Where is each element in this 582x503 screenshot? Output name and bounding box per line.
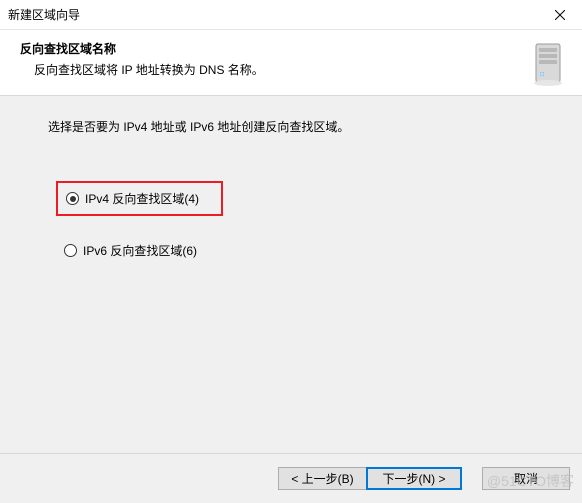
ipv4-option[interactable]: IPv4 反向查找区域(4) [56,181,223,216]
back-button[interactable]: < 上一步(B) [278,467,366,490]
instruction-text: 选择是否要为 IPv4 地址或 IPv6 地址创建反向查找区域。 [48,118,542,135]
ipv4-option-label: IPv4 反向查找区域(4) [85,190,199,207]
close-button[interactable] [537,0,582,30]
zone-type-radio-group: IPv4 反向查找区域(4) IPv6 反向查找区域(6) [48,181,542,265]
wizard-header: 反向查找区域名称 反向查找区域将 IP 地址转换为 DNS 名称。 [0,30,582,96]
nav-button-group: < 上一步(B) 下一步(N) > [278,467,462,490]
dns-server-icon [524,40,572,88]
window-title: 新建区域向导 [8,6,537,23]
next-button[interactable]: 下一步(N) > [366,467,462,490]
wizard-footer: < 上一步(B) 下一步(N) > 取消 [0,453,582,503]
ipv6-option[interactable]: IPv6 反向查找区域(6) [56,236,205,265]
radio-icon [66,192,79,205]
titlebar: 新建区域向导 [0,0,582,30]
cancel-button[interactable]: 取消 [482,467,570,490]
ipv6-option-label: IPv6 反向查找区域(6) [83,242,197,259]
wizard-header-text: 反向查找区域名称 反向查找区域将 IP 地址转换为 DNS 名称。 [20,40,516,85]
close-icon [555,10,565,20]
page-title: 反向查找区域名称 [20,40,516,57]
wizard-body: 选择是否要为 IPv4 地址或 IPv6 地址创建反向查找区域。 IPv4 反向… [0,96,582,453]
page-subtitle: 反向查找区域将 IP 地址转换为 DNS 名称。 [20,61,516,78]
radio-icon [64,244,77,257]
